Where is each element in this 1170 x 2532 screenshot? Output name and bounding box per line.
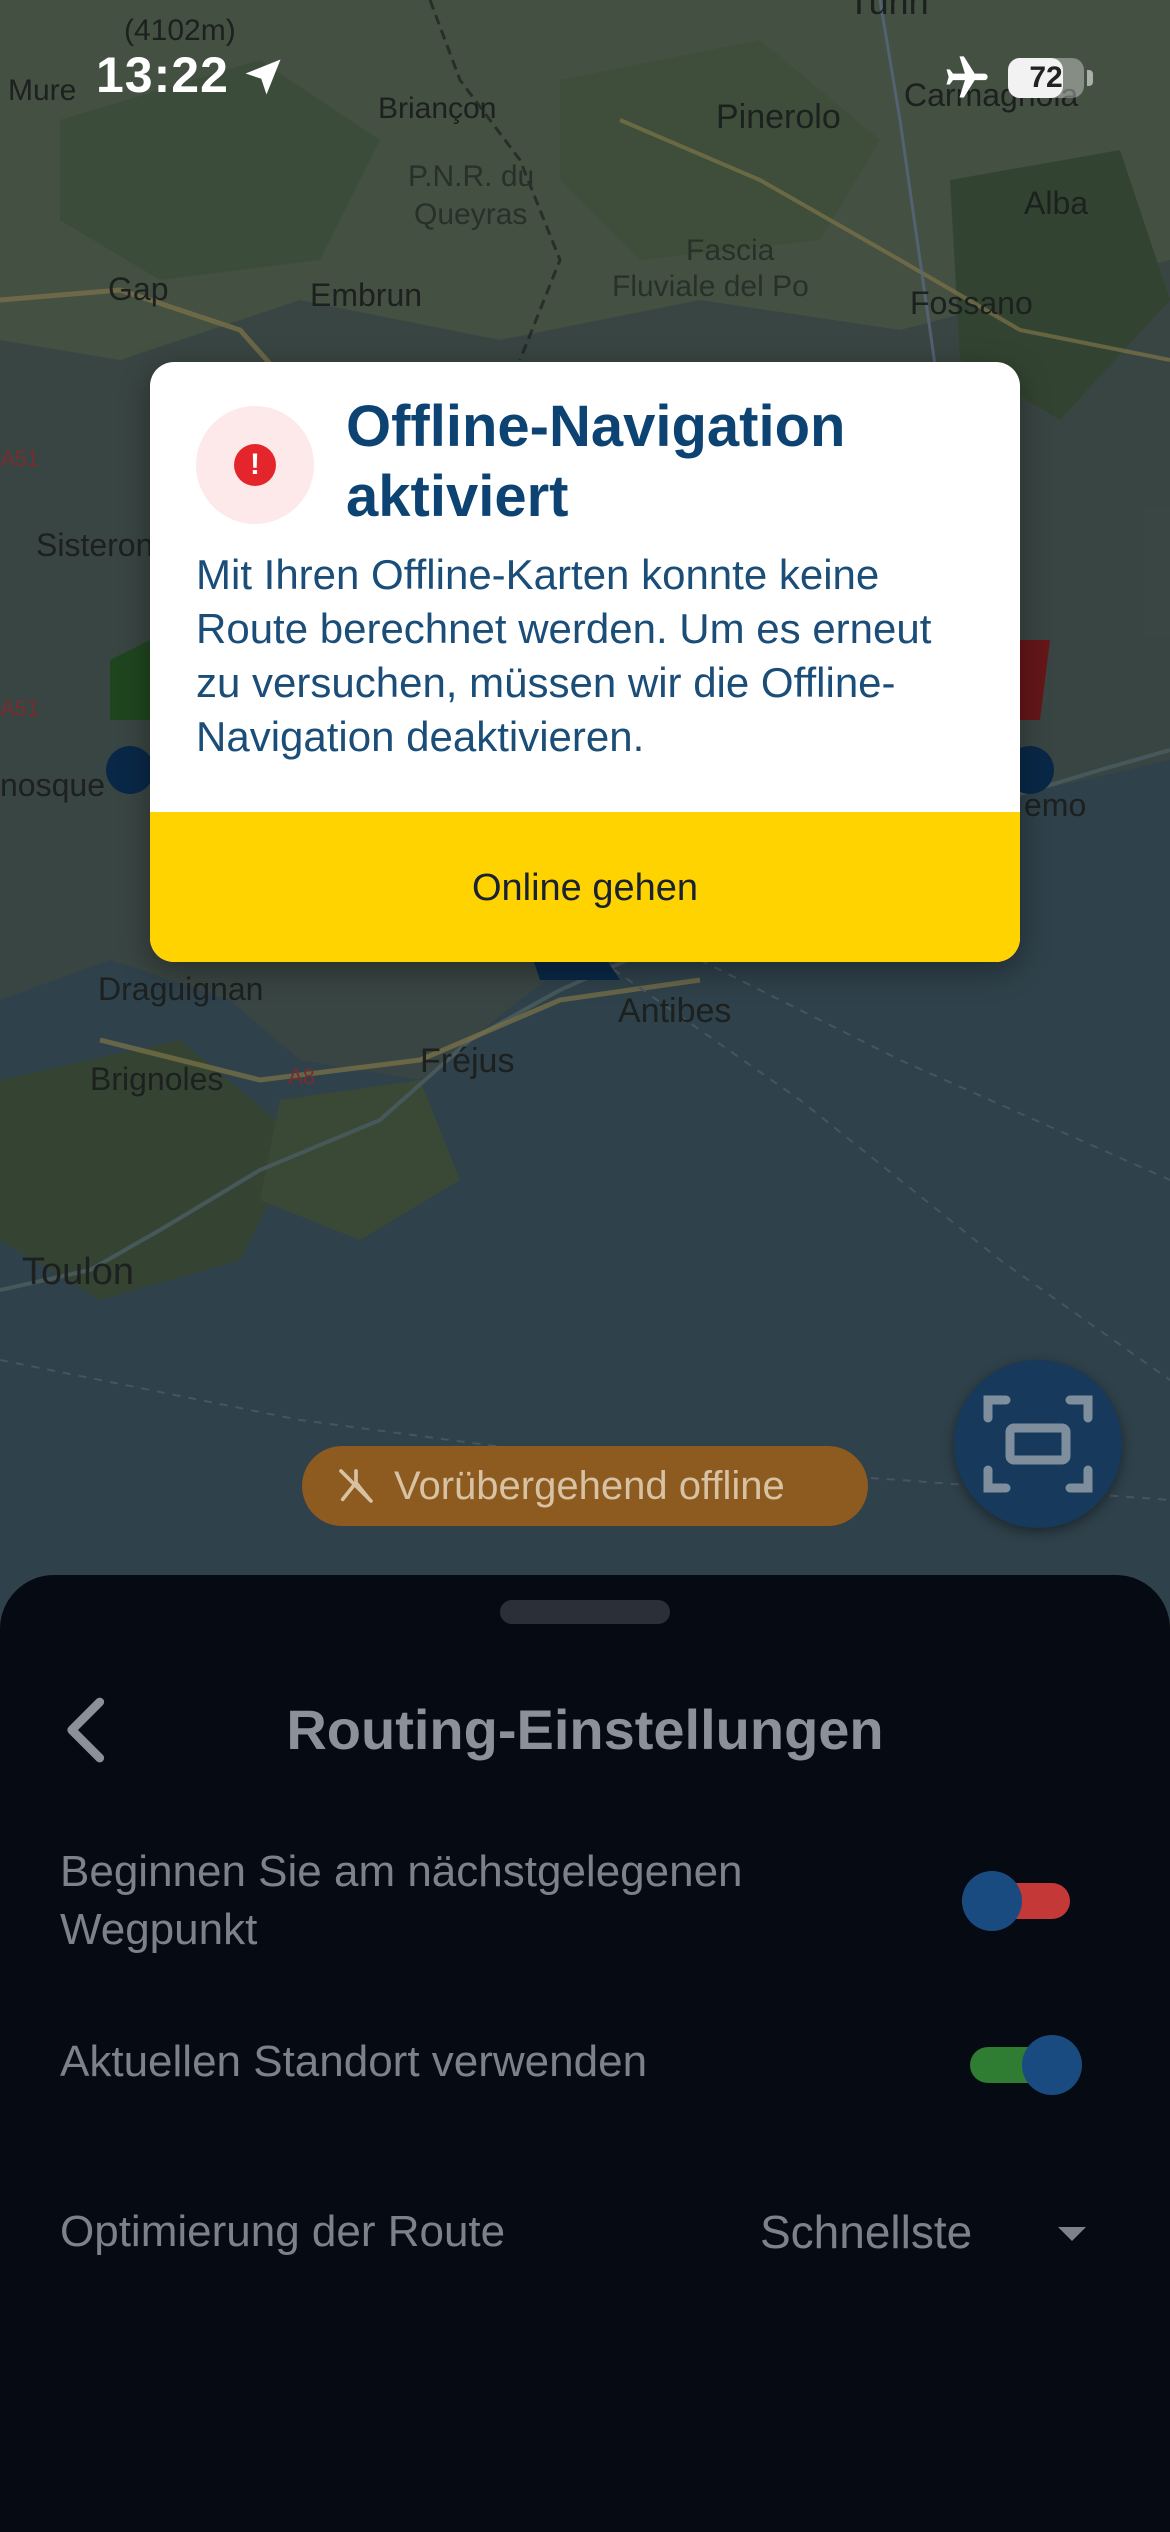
fit-to-route-button[interactable]	[954, 1360, 1122, 1528]
exclamation-icon: !	[234, 444, 276, 486]
sheet-drag-handle[interactable]	[500, 1600, 670, 1624]
map-label: nosque	[0, 767, 105, 803]
map-label: Toulon	[22, 1251, 134, 1293]
offline-status-label: Vorübergehend offline	[394, 1464, 785, 1508]
map-label: Fréjus	[420, 1042, 514, 1080]
map-label: Fluviale del Po	[612, 270, 809, 303]
map-label: Antibes	[618, 992, 731, 1030]
route-optimization-label: Optimierung der Route	[60, 2207, 506, 2256]
routing-settings-sheet: Routing-Einstellungen Beginnen Sie am nä…	[0, 1575, 1170, 2532]
dialog-title: Offline-Navigation aktiviert	[346, 394, 846, 529]
map-label: Fossano	[910, 285, 1033, 321]
map-label: Draguignan	[98, 971, 263, 1007]
battery-indicator: 72	[1008, 58, 1084, 98]
go-online-button[interactable]: Online gehen	[150, 812, 1020, 962]
nearest-waypoint-toggle[interactable]	[962, 1871, 1074, 1931]
sheet-title: Routing-Einstellungen	[286, 1698, 884, 1761]
map-label: A8	[288, 1064, 315, 1089]
offline-navigation-dialog: ! Offline-Navigation aktiviert Mit Ihren…	[150, 362, 1020, 962]
toggle-knob	[1022, 2035, 1082, 2095]
battery-cap	[1087, 70, 1093, 86]
status-time: 13:22	[96, 47, 229, 103]
map-label: Fascia	[686, 234, 775, 267]
nearest-waypoint-label: Beginnen Sie am nächstgelegenen Wegpunkt	[60, 1847, 743, 1954]
dialog-message: Mit Ihren Offline-Karten konnte keine Ro…	[196, 551, 932, 760]
alert-badge: !	[196, 406, 314, 524]
airplane-mode-icon	[946, 56, 988, 98]
no-signal-icon	[339, 1469, 373, 1503]
toggle-knob	[962, 1871, 1022, 1931]
current-location-label: Aktuellen Standort verwenden	[60, 2037, 648, 2086]
status-bar: 13:22 72	[0, 0, 1170, 150]
map-label: Queyras	[414, 198, 527, 231]
route-optimization-select[interactable]: Schnellste	[760, 2203, 972, 2261]
map-label: Gap	[108, 271, 168, 307]
map-label: Embrun	[310, 277, 422, 313]
map-label: Brignoles	[90, 1061, 223, 1097]
location-arrow-icon	[245, 59, 281, 95]
current-location-toggle[interactable]	[970, 2035, 1082, 2095]
map-label: emo	[1024, 787, 1086, 823]
map-label: A51	[0, 696, 39, 721]
offline-status-pill: Vorübergehend offline	[302, 1446, 868, 1526]
battery-percent: 72	[1029, 61, 1063, 94]
map-label: A51	[0, 446, 39, 471]
map-label: Sisteron	[36, 527, 153, 563]
map-label: Alba	[1024, 185, 1088, 221]
map-label: P.N.R. du	[408, 160, 534, 193]
frame-fit-icon	[983, 1395, 1093, 1493]
dropdown-caret-icon	[1058, 2227, 1086, 2241]
